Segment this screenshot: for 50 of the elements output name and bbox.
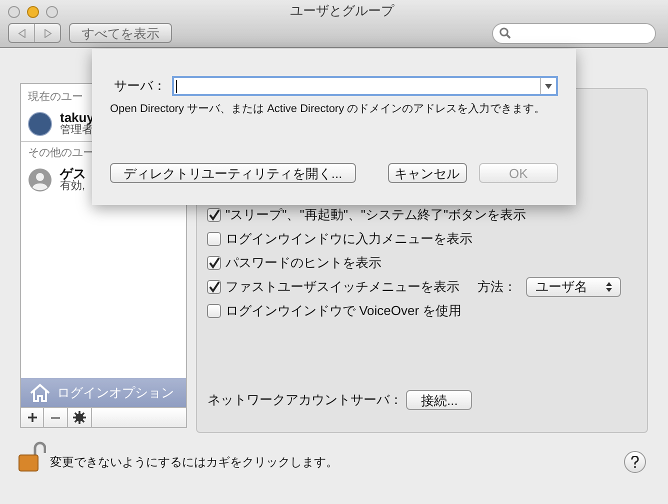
user-name[interactable]: takuy bbox=[60, 111, 94, 124]
sheet-button[interactable]: キャンセル bbox=[388, 162, 467, 182]
dropdown-arrow-icon[interactable] bbox=[545, 84, 552, 88]
help-button[interactable] bbox=[624, 451, 646, 473]
checkbox[interactable] bbox=[207, 304, 222, 318]
server-label: サーバ： bbox=[113, 77, 166, 96]
settings-icon bbox=[73, 411, 86, 424]
window-title: ユーザとグループ bbox=[289, 2, 396, 20]
zoom-button[interactable] bbox=[46, 6, 58, 18]
user-silhouette-icon bbox=[28, 168, 52, 192]
search-field[interactable] bbox=[492, 22, 656, 44]
method-popup[interactable]: ユーザ名 bbox=[526, 277, 622, 297]
avatar-placeholder bbox=[28, 112, 52, 136]
forward-icon[interactable] bbox=[44, 28, 52, 38]
minimize-button[interactable] bbox=[27, 6, 39, 18]
close-button[interactable] bbox=[8, 6, 20, 18]
user-name[interactable]: ゲス bbox=[60, 167, 86, 180]
checkbox[interactable] bbox=[207, 280, 222, 294]
show-all-button[interactable]: すべてを表示 bbox=[69, 23, 172, 43]
plus-icon bbox=[28, 413, 36, 422]
option-label: "スリープ"、"再起動"、"システム終了"ボタンを表示 bbox=[225, 206, 526, 224]
option-label: ログインウインドウに入力メニューを表示 bbox=[225, 230, 472, 248]
option-label: ファストユーザスイッチメニューを表示 bbox=[225, 278, 460, 296]
checkbox[interactable] bbox=[207, 256, 222, 270]
text-cursor bbox=[176, 80, 177, 92]
user-role: 管理者 bbox=[60, 124, 94, 137]
user-role: 有効, bbox=[60, 180, 86, 193]
server-hint: Open Directory サーバ、または Active Directory のドメインのアドレスを入力できます。 bbox=[110, 102, 546, 117]
lock-hint: 変更できないようにするにはカギをクリックします。 bbox=[50, 454, 338, 471]
popup-label: 方法： bbox=[477, 278, 516, 296]
section-header: 現在のユー bbox=[27, 90, 84, 105]
back-forward-control[interactable] bbox=[8, 23, 61, 43]
option-label: ログインウインドウで VoiceOver を使用 bbox=[225, 302, 462, 320]
house-icon bbox=[29, 382, 51, 402]
sheet-button[interactable]: ディレクトリユーティリティを開く... bbox=[110, 162, 356, 182]
question-mark-icon bbox=[631, 456, 639, 468]
checkbox[interactable] bbox=[207, 232, 222, 246]
search-icon bbox=[499, 27, 511, 39]
server-combo-field[interactable] bbox=[172, 76, 558, 96]
option-label: パスワードのヒントを表示 bbox=[225, 254, 382, 272]
updown-arrows-icon bbox=[606, 282, 612, 292]
checkbox[interactable] bbox=[207, 208, 222, 222]
connect-button[interactable]: 接続... bbox=[406, 390, 472, 410]
checkmark-icon bbox=[208, 281, 220, 293]
network-account-label: ネットワークアカウントサーバ： bbox=[207, 391, 402, 410]
checkmark-icon bbox=[208, 257, 220, 269]
back-icon[interactable] bbox=[18, 28, 26, 38]
padlock-open-icon[interactable] bbox=[18, 441, 46, 473]
checkmark-icon bbox=[208, 209, 220, 221]
minus-icon bbox=[51, 416, 60, 418]
